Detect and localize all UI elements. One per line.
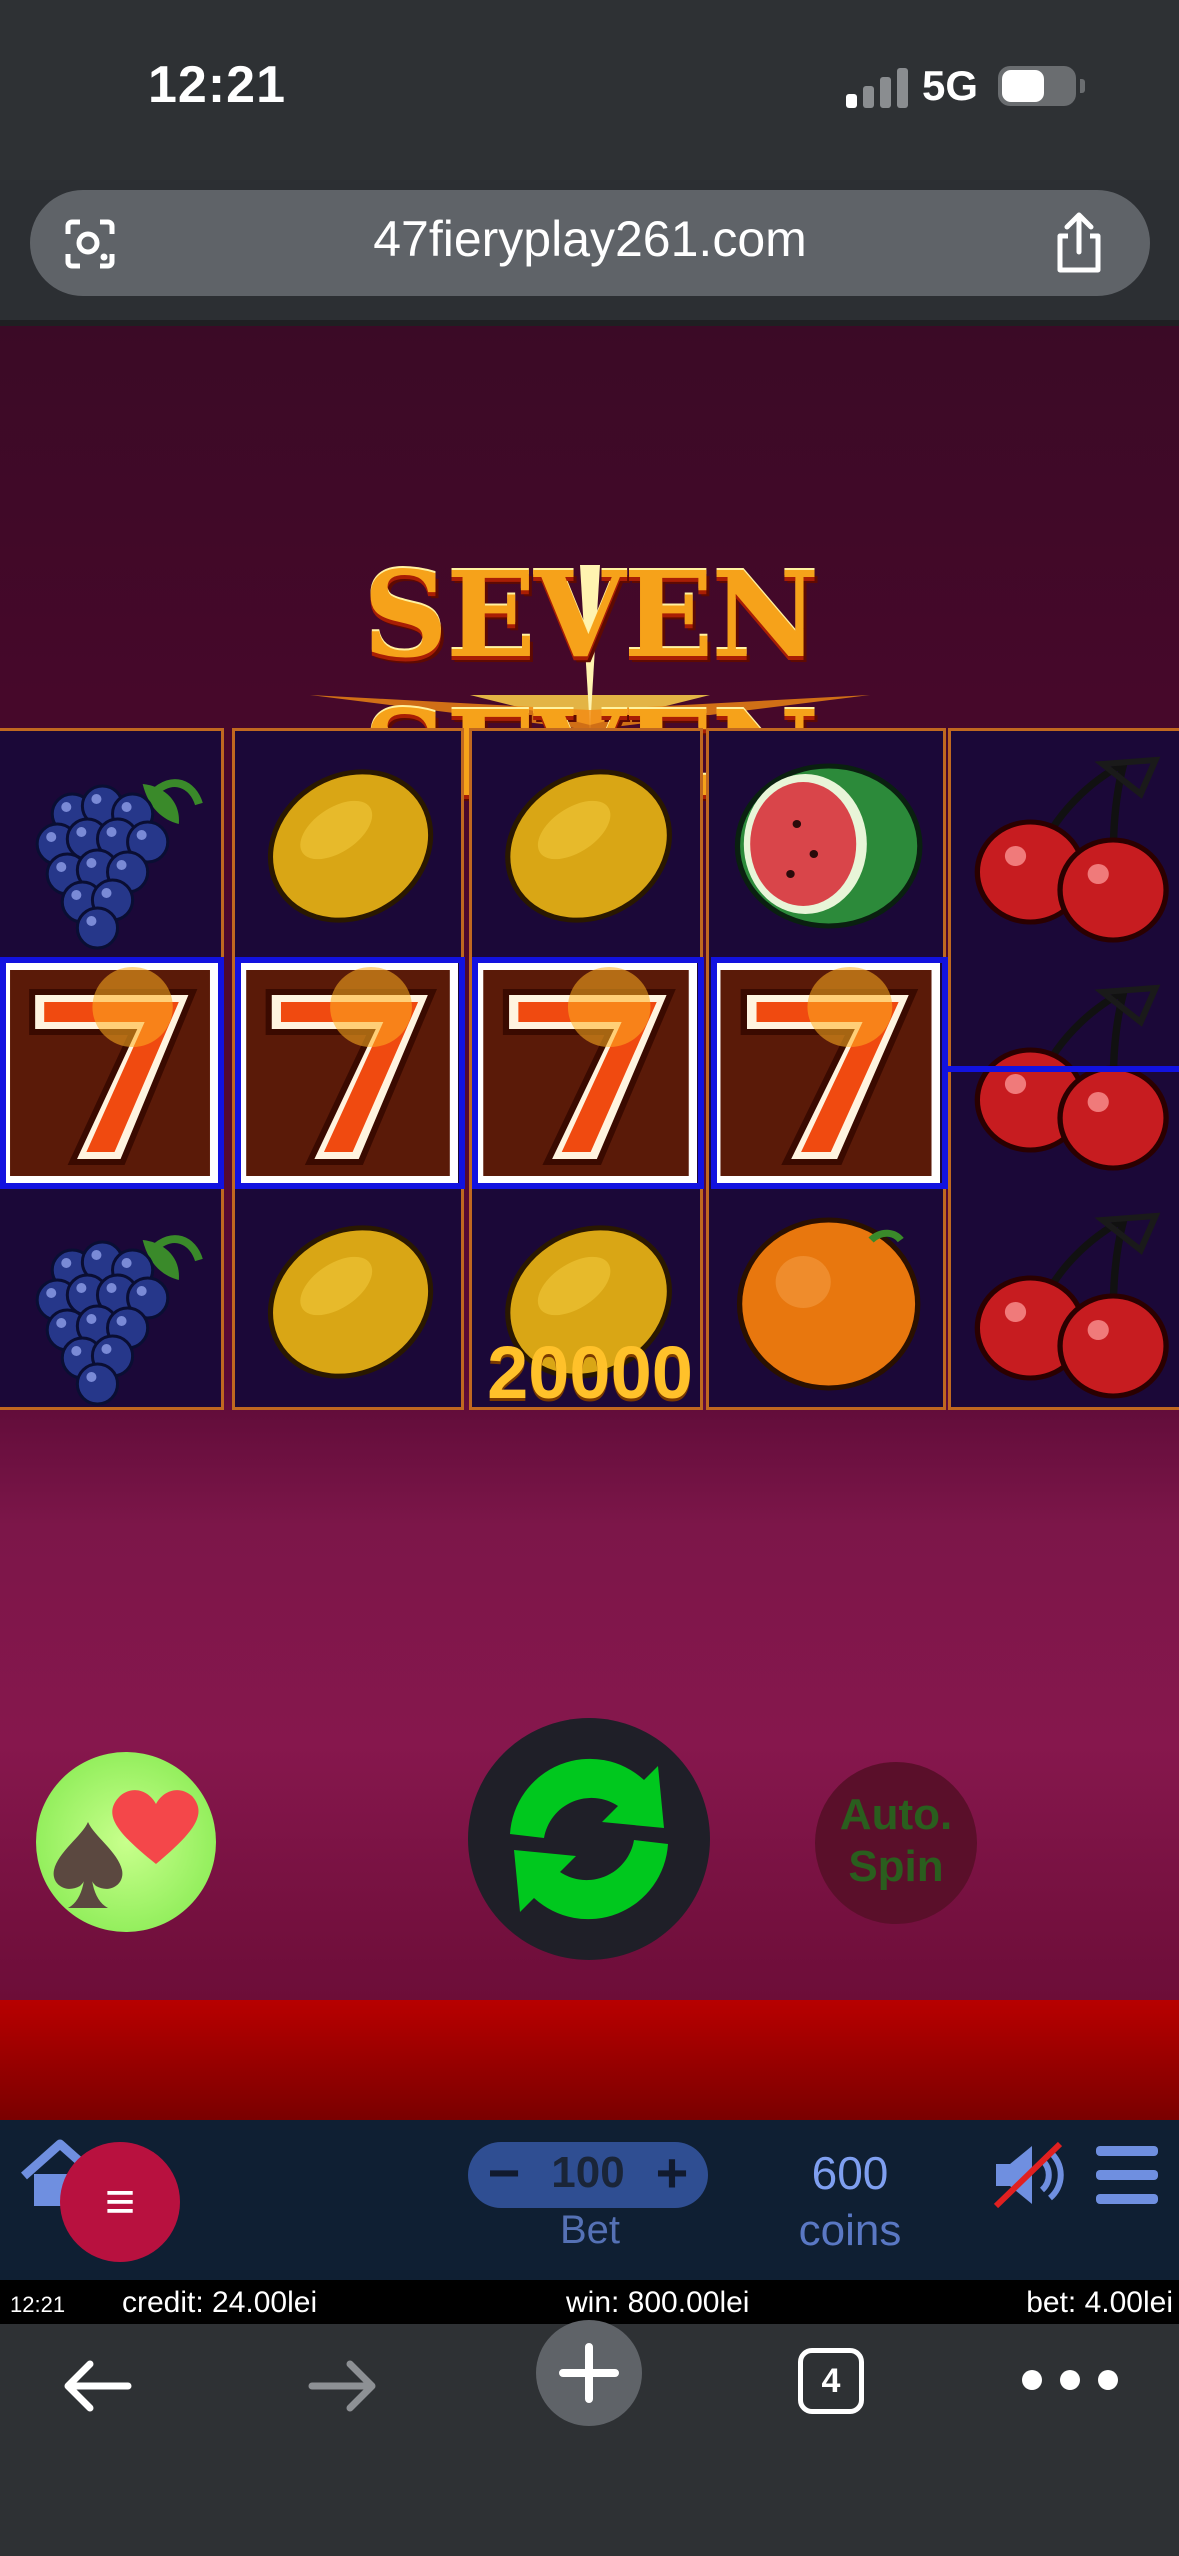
bet-increase-button[interactable]: + [652, 2142, 692, 2208]
win-frame [472, 957, 704, 1189]
spin-button[interactable] [468, 1718, 710, 1960]
win-frame [0, 957, 224, 1189]
tabs-button[interactable]: 4 [798, 2348, 864, 2414]
lemon-icon [475, 734, 697, 956]
game-logo: SEVEN SEVEN [170, 545, 1010, 823]
win-amount: 20000 [487, 1331, 693, 1414]
gamble-button[interactable] [36, 1752, 216, 1932]
lemon-icon [238, 734, 458, 956]
cherries-icon [954, 962, 1179, 1184]
cherries-icon [954, 1190, 1179, 1412]
sound-muted-icon[interactable] [990, 2140, 1070, 2210]
watermelon-icon [712, 734, 940, 956]
plus-icon [559, 2343, 619, 2403]
decorative-band [0, 2000, 1179, 2120]
info-strip: 12:21 credit: 24.00lei win: 800.00lei be… [0, 2280, 1179, 2324]
forward-arrow-icon[interactable] [302, 2356, 382, 2416]
settings-menu-icon[interactable] [1096, 2146, 1158, 2204]
status-time: 12:21 [148, 56, 286, 114]
lemon-icon [238, 1190, 458, 1412]
menu-button[interactable]: ≡ [60, 2142, 180, 2262]
win-text: win: 800.00lei [566, 2286, 750, 2319]
network-type: 5G [922, 62, 979, 109]
auto-spin-label: Spin [848, 1842, 944, 1891]
win-frame [711, 957, 948, 1189]
coins-label: coins [798, 2206, 902, 2255]
card-suits-icon [53, 1790, 199, 1908]
info-time: 12:21 [10, 2292, 66, 2317]
auto-spin-label: Auto. [839, 1790, 953, 1839]
grapes-icon [2, 734, 218, 956]
bet-value: 100 [551, 2148, 625, 2197]
refresh-icon [510, 1758, 668, 1920]
win-frame [235, 957, 465, 1189]
bet-text: bet: 4.00lei [1026, 2286, 1173, 2319]
back-arrow-icon[interactable] [58, 2356, 138, 2416]
bet-decrease-button[interactable]: − [484, 2142, 524, 2208]
more-icon[interactable] [1022, 2370, 1122, 2392]
coins-value: 600 [811, 2147, 889, 2199]
share-icon[interactable] [1050, 212, 1108, 274]
battery-icon [998, 66, 1085, 106]
grapes-icon [2, 1190, 218, 1412]
credit-text: credit: 24.00lei [122, 2286, 318, 2319]
url-text[interactable]: 47fieryplay261.com [200, 210, 980, 268]
bet-label: Bet [559, 2208, 621, 2252]
signal-icon [846, 66, 908, 108]
payline [948, 1066, 1179, 1072]
new-tab-button[interactable] [536, 2320, 642, 2426]
cherries-icon [954, 734, 1179, 956]
orange-icon [712, 1190, 940, 1412]
auto-spin-button[interactable]: Auto. Spin [815, 1762, 977, 1924]
lens-icon[interactable] [64, 218, 116, 270]
